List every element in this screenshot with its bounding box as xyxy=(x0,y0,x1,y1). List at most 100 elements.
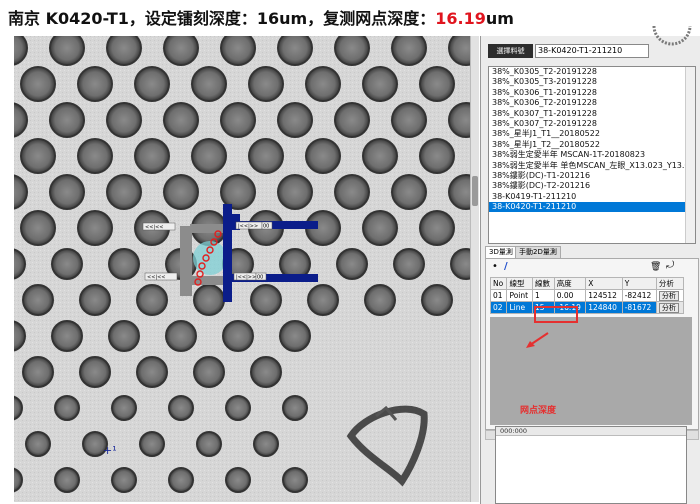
measure-curve-icon[interactable]: ⤾ xyxy=(666,260,674,272)
part-select-input[interactable]: 38-K0420-T1-211210 xyxy=(535,44,649,58)
measure-table: No 線型 線數 高度 X Y 分析 01 Point 1 0.00 12451… xyxy=(489,277,685,314)
file-item[interactable]: 38%_K0306_T1-20191228 xyxy=(489,88,695,98)
halftone-dot xyxy=(168,395,194,421)
halftone-dot xyxy=(334,174,370,210)
cursor-mark: +¹ xyxy=(103,444,117,457)
measured-depth-value: 16.19 xyxy=(435,9,486,28)
halftone-dot xyxy=(419,66,455,102)
file-item[interactable]: 38%鏤影(DC)-T1-201216 xyxy=(489,171,695,181)
file-item-selected[interactable]: 38-K0420-T1-211210 xyxy=(489,202,695,213)
table-row-selected[interactable]: 02 Line 15 -16.19 124840 -81672 分析 xyxy=(489,301,685,314)
halftone-dot xyxy=(305,138,341,174)
file-item[interactable]: 38%_K0305_T2-20191228 xyxy=(489,67,695,77)
tool-label-2: |<<|>> xyxy=(238,224,258,230)
halftone-dot xyxy=(49,174,85,210)
halftone-dot xyxy=(282,467,308,493)
col-type: 線型 xyxy=(506,277,534,290)
halftone-dot xyxy=(77,138,113,174)
file-list-scrollbar[interactable] xyxy=(685,67,695,243)
line-tool-icon[interactable]: / xyxy=(504,261,508,273)
file-item[interactable]: 38%_K0307_T1-20191228 xyxy=(489,109,695,119)
halftone-dot xyxy=(22,356,54,388)
halftone-dot xyxy=(279,320,311,352)
halftone-dot xyxy=(391,102,427,138)
halftone-dot xyxy=(139,431,165,457)
halftone-dot xyxy=(421,284,453,316)
analysis-button[interactable]: 分析 xyxy=(658,290,679,301)
tab-3d-measure[interactable]: 3D量測 xyxy=(485,246,517,258)
table-header-row: No 線型 線數 高度 X Y 分析 xyxy=(489,277,685,290)
halftone-dot xyxy=(108,248,140,280)
table-row[interactable]: 01 Point 1 0.00 124512 -82412 分析 xyxy=(489,289,685,302)
halftone-dot xyxy=(220,36,256,66)
halftone-dot xyxy=(196,431,222,457)
halftone-dot xyxy=(277,36,313,66)
halftone-dot xyxy=(282,395,308,421)
file-item[interactable]: 38%_K0307_T2-20191228 xyxy=(489,119,695,129)
file-item[interactable]: 38-K0419-T1-211210 xyxy=(489,192,695,202)
halftone-dot xyxy=(220,174,256,210)
halftone-dot xyxy=(419,138,455,174)
halftone-dot xyxy=(305,66,341,102)
trash-icon[interactable]: 🗑 xyxy=(650,261,661,273)
tool-label-1: <<|<< xyxy=(145,225,163,231)
analysis-button[interactable]: 分析 xyxy=(658,302,679,313)
tab-manual-2d-measure[interactable]: 手動2D量測 xyxy=(515,246,561,258)
halftone-dot xyxy=(250,284,282,316)
halftone-dot xyxy=(193,284,225,316)
annotation-label: 网点深度 xyxy=(520,406,557,416)
halftone-dot xyxy=(191,66,227,102)
halftone-dot xyxy=(191,138,227,174)
col-no: No xyxy=(489,277,508,290)
col-y: Y xyxy=(621,277,657,290)
halftone-dot xyxy=(277,174,313,210)
halftone-dot xyxy=(51,248,83,280)
halftone-dot xyxy=(54,395,80,421)
halftone-dot xyxy=(362,138,398,174)
halftone-dot xyxy=(362,66,398,102)
col-height: 高度 xyxy=(553,277,587,290)
halftone-dot xyxy=(165,320,197,352)
measure-tab-body: • / 🗑 ⤾ No 線型 線數 高度 X Y 分析 01 Point 1 0.… xyxy=(485,258,699,430)
halftone-dot xyxy=(391,36,427,66)
halftone-dot xyxy=(106,102,142,138)
halftone-dot xyxy=(222,320,254,352)
halftone-dot xyxy=(163,174,199,210)
halftone-dot xyxy=(248,66,284,102)
file-list[interactable]: 38%_K0305_T2-20191228 38%_K0305_T3-201912… xyxy=(488,66,696,244)
halftone-dot xyxy=(391,174,427,210)
halftone-dot xyxy=(79,284,111,316)
halftone-dot xyxy=(277,102,313,138)
control-panel: 選擇料號 38-K0420-T1-211210 38%_K0305_T2-201… xyxy=(480,25,700,504)
halftone-dot xyxy=(225,395,251,421)
halftone-dot xyxy=(362,210,398,246)
file-item[interactable]: 38%_星半J1_T2__20180522 xyxy=(489,140,695,150)
halftone-dot xyxy=(49,36,85,66)
halftone-dot xyxy=(419,210,455,246)
lens-ring-icon xyxy=(652,25,692,46)
halftone-dot xyxy=(20,210,56,246)
file-item[interactable]: 38%_K0306_T2-20191228 xyxy=(489,98,695,108)
file-item[interactable]: 38%_星半J1_T1__20180522 xyxy=(489,129,695,139)
highlight-box xyxy=(534,306,578,323)
file-item[interactable]: 38%弱生定愛半年 MSCAN-1T-20180823 xyxy=(489,150,695,160)
image-scrollbar[interactable] xyxy=(470,36,479,502)
tool-label-5: |<<|>> xyxy=(236,275,256,281)
halftone-dot xyxy=(253,431,279,457)
halftone-dot xyxy=(49,102,85,138)
file-item[interactable]: 38%弱生定愛半年 单色MSCAN_左眼_X13.023_Y13.01 xyxy=(489,161,695,171)
halftone-dot xyxy=(77,210,113,246)
halftone-dot xyxy=(136,356,168,388)
microscope-image[interactable]: <<|<< |<<|>> 00 <<|<< |<<|>> 00 +¹ xyxy=(14,36,470,502)
tool-label-6: 00 xyxy=(257,275,263,281)
file-item[interactable]: 38%_K0305_T3-20191228 xyxy=(489,77,695,87)
halftone-dot xyxy=(77,66,113,102)
col-count: 線數 xyxy=(532,277,555,290)
halftone-dot xyxy=(168,467,194,493)
halftone-dot xyxy=(364,284,396,316)
halftone-dot xyxy=(248,138,284,174)
scrollbar-thumb[interactable] xyxy=(472,176,478,206)
halftone-dot xyxy=(111,395,137,421)
file-item[interactable]: 38%鏤影(DC)-T2-201216 xyxy=(489,181,695,191)
point-tool-icon[interactable]: • xyxy=(492,261,498,273)
